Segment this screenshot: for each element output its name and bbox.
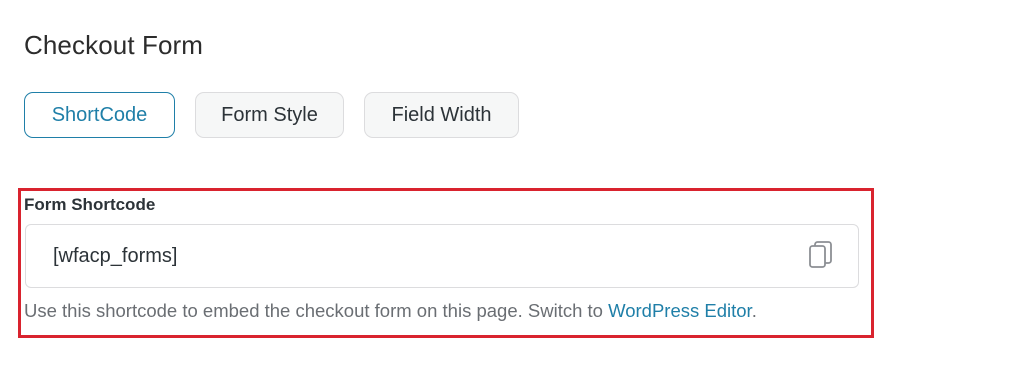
shortcode-value[interactable]: [wfacp_forms] [53,245,177,268]
shortcode-field[interactable]: [wfacp_forms] [25,224,859,288]
help-text-suffix: . [751,300,757,321]
page-title: Checkout Form [24,30,204,60]
wordpress-editor-link[interactable]: WordPress Editor [608,300,752,321]
form-shortcode-label: Form Shortcode [24,195,156,214]
tab-field-width[interactable]: Field Width [364,92,519,138]
tab-form-style[interactable]: Form Style [195,92,344,138]
help-text-body: Use this shortcode to embed the checkout… [24,300,609,321]
tab-bar: ShortCode Form Style Field Width [24,92,519,138]
help-text: Use this shortcode to embed the checkout… [24,300,757,322]
copy-icon[interactable] [808,240,834,272]
tab-shortcode[interactable]: ShortCode [24,92,175,138]
